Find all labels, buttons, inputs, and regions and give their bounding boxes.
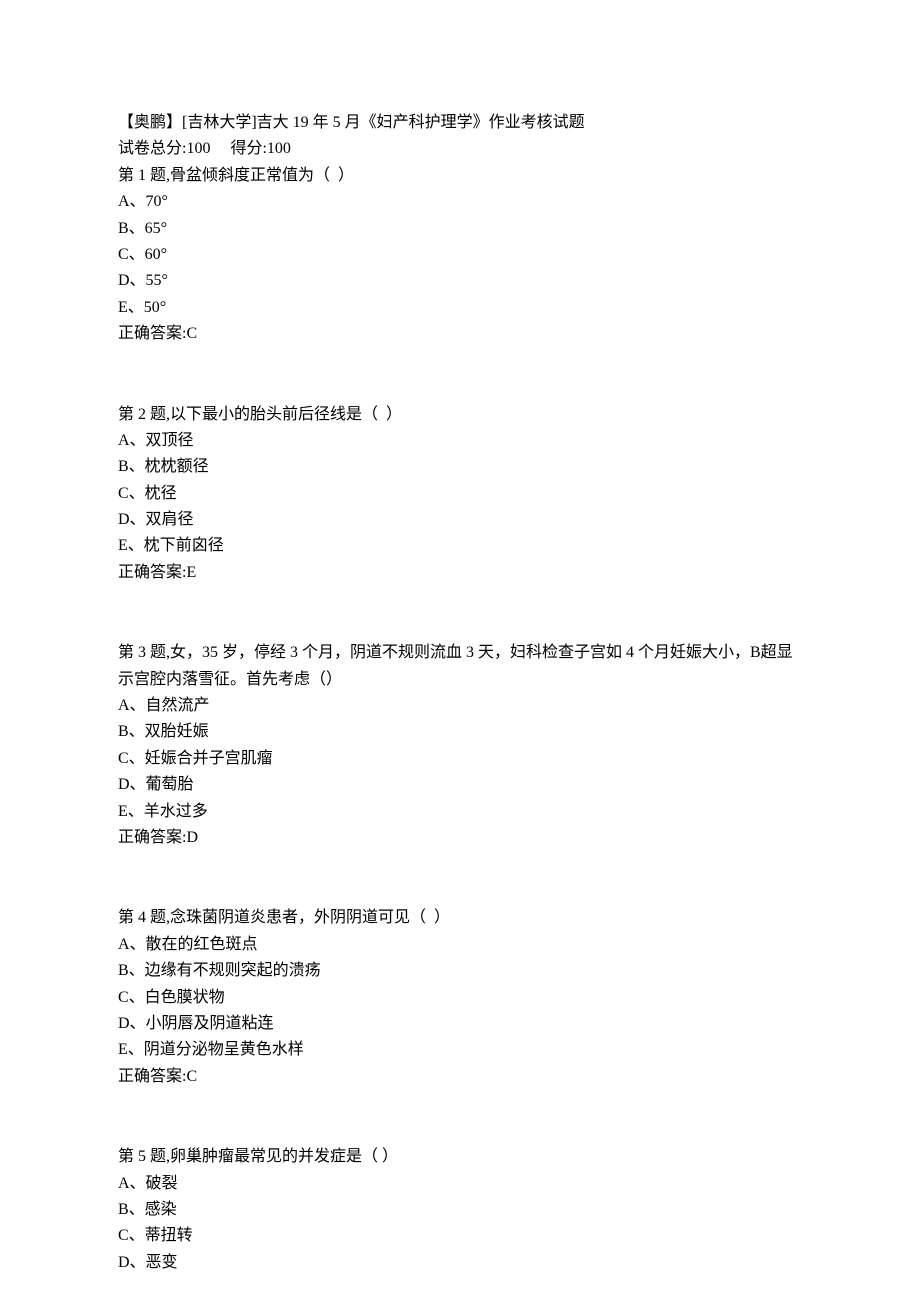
question-option: D、葡萄胎 xyxy=(118,772,802,798)
question-option: D、小阴唇及阴道粘连 xyxy=(118,1011,802,1037)
question-option: C、枕径 xyxy=(118,481,802,507)
question-option: A、70° xyxy=(118,189,802,215)
question-option: D、双肩径 xyxy=(118,507,802,533)
question-option: B、枕枕额径 xyxy=(118,454,802,480)
question-option: C、蒂扭转 xyxy=(118,1223,802,1249)
question-answer: 正确答案:C xyxy=(118,321,802,347)
question-gap xyxy=(118,1090,802,1144)
question-option: E、阴道分泌物呈黄色水样 xyxy=(118,1037,802,1063)
question-prompt: 第 4 题,念珠菌阴道炎患者，外阴阴道可见（ ） xyxy=(118,905,802,931)
score-line: 试卷总分:100 得分:100 xyxy=(118,136,802,162)
question-gap xyxy=(118,586,802,640)
question-option: B、65° xyxy=(118,216,802,242)
question-option: E、枕下前囟径 xyxy=(118,533,802,559)
question-option: C、白色膜状物 xyxy=(118,985,802,1011)
question-answer: 正确答案:D xyxy=(118,825,802,851)
question-gap xyxy=(118,348,802,402)
question-option: D、55° xyxy=(118,268,802,294)
question-option: A、散在的红色斑点 xyxy=(118,932,802,958)
question-prompt: 第 5 题,卵巢肿瘤最常见的并发症是（ ） xyxy=(118,1144,802,1170)
document-title: 【奥鹏】[吉林大学]吉大 19 年 5 月《妇产科护理学》作业考核试题 xyxy=(118,110,802,136)
document-page: 【奥鹏】[吉林大学]吉大 19 年 5 月《妇产科护理学》作业考核试题 试卷总分… xyxy=(0,0,920,1316)
question-option: E、羊水过多 xyxy=(118,799,802,825)
question-answer: 正确答案:E xyxy=(118,560,802,586)
question-option: B、边缘有不规则突起的溃疡 xyxy=(118,958,802,984)
question-gap xyxy=(118,851,802,905)
question-prompt: 第 2 题,以下最小的胎头前后径线是（ ） xyxy=(118,402,802,428)
question-prompt: 第 1 题,骨盆倾斜度正常值为（ ） xyxy=(118,163,802,189)
question-option: C、60° xyxy=(118,242,802,268)
question-option: B、双胎妊娠 xyxy=(118,719,802,745)
question-option: B、感染 xyxy=(118,1197,802,1223)
question-option: D、恶变 xyxy=(118,1250,802,1276)
question-option: C、妊娠合并子宫肌瘤 xyxy=(118,746,802,772)
question-option: A、自然流产 xyxy=(118,693,802,719)
question-option: E、50° xyxy=(118,295,802,321)
question-option: A、双顶径 xyxy=(118,428,802,454)
question-answer: 正确答案:C xyxy=(118,1064,802,1090)
question-prompt: 第 3 题,女，35 岁，停经 3 个月，阴道不规则流血 3 天，妇科检查子宫如… xyxy=(118,640,802,693)
question-option: A、破裂 xyxy=(118,1171,802,1197)
